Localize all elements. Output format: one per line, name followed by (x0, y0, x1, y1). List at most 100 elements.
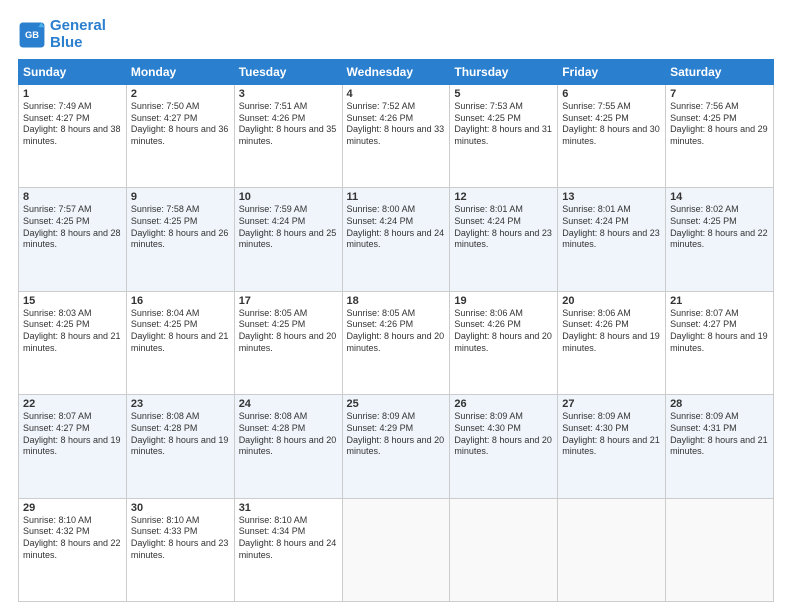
cell-info: Sunrise: 7:50 AMSunset: 4:27 PMDaylight:… (131, 101, 229, 146)
col-tuesday: Tuesday (234, 60, 342, 85)
calendar-cell: 29Sunrise: 8:10 AMSunset: 4:32 PMDayligh… (19, 498, 127, 601)
day-number: 26 (454, 398, 553, 410)
calendar-cell: 30Sunrise: 8:10 AMSunset: 4:33 PMDayligh… (126, 498, 234, 601)
day-number: 25 (347, 398, 446, 410)
calendar-cell: 24Sunrise: 8:08 AMSunset: 4:28 PMDayligh… (234, 395, 342, 498)
cell-info: Sunrise: 7:57 AMSunset: 4:25 PMDaylight:… (23, 204, 121, 249)
cell-info: Sunrise: 8:09 AMSunset: 4:30 PMDaylight:… (454, 411, 552, 456)
day-number: 1 (23, 88, 122, 100)
cell-info: Sunrise: 8:04 AMSunset: 4:25 PMDaylight:… (131, 308, 229, 353)
week-row-3: 15Sunrise: 8:03 AMSunset: 4:25 PMDayligh… (19, 291, 774, 394)
cell-info: Sunrise: 8:07 AMSunset: 4:27 PMDaylight:… (23, 411, 121, 456)
day-number: 10 (239, 191, 338, 203)
day-number: 14 (670, 191, 769, 203)
day-number: 4 (347, 88, 446, 100)
col-sunday: Sunday (19, 60, 127, 85)
calendar-cell (666, 498, 774, 601)
day-number: 7 (670, 88, 769, 100)
page: GB General Blue Sunday Monday Tuesday We… (0, 0, 792, 612)
week-row-2: 8Sunrise: 7:57 AMSunset: 4:25 PMDaylight… (19, 188, 774, 291)
cell-info: Sunrise: 8:09 AMSunset: 4:30 PMDaylight:… (562, 411, 660, 456)
cell-info: Sunrise: 8:08 AMSunset: 4:28 PMDaylight:… (239, 411, 337, 456)
header-row: Sunday Monday Tuesday Wednesday Thursday… (19, 60, 774, 85)
cell-info: Sunrise: 7:59 AMSunset: 4:24 PMDaylight:… (239, 204, 337, 249)
cell-info: Sunrise: 7:53 AMSunset: 4:25 PMDaylight:… (454, 101, 552, 146)
calendar-cell: 4Sunrise: 7:52 AMSunset: 4:26 PMDaylight… (342, 85, 450, 188)
cell-info: Sunrise: 7:56 AMSunset: 4:25 PMDaylight:… (670, 101, 768, 146)
calendar-cell: 13Sunrise: 8:01 AMSunset: 4:24 PMDayligh… (558, 188, 666, 291)
cell-info: Sunrise: 8:03 AMSunset: 4:25 PMDaylight:… (23, 308, 121, 353)
day-number: 6 (562, 88, 661, 100)
day-number: 8 (23, 191, 122, 203)
calendar-cell (342, 498, 450, 601)
calendar-cell: 14Sunrise: 8:02 AMSunset: 4:25 PMDayligh… (666, 188, 774, 291)
day-number: 3 (239, 88, 338, 100)
calendar-cell: 18Sunrise: 8:05 AMSunset: 4:26 PMDayligh… (342, 291, 450, 394)
cell-info: Sunrise: 7:49 AMSunset: 4:27 PMDaylight:… (23, 101, 121, 146)
day-number: 15 (23, 295, 122, 307)
calendar-cell: 23Sunrise: 8:08 AMSunset: 4:28 PMDayligh… (126, 395, 234, 498)
calendar-cell: 7Sunrise: 7:56 AMSunset: 4:25 PMDaylight… (666, 85, 774, 188)
day-number: 18 (347, 295, 446, 307)
day-number: 2 (131, 88, 230, 100)
calendar-cell: 1Sunrise: 7:49 AMSunset: 4:27 PMDaylight… (19, 85, 127, 188)
calendar-cell: 3Sunrise: 7:51 AMSunset: 4:26 PMDaylight… (234, 85, 342, 188)
calendar-cell: 8Sunrise: 7:57 AMSunset: 4:25 PMDaylight… (19, 188, 127, 291)
logo: GB General Blue (18, 18, 106, 51)
day-number: 30 (131, 502, 230, 514)
calendar-cell: 12Sunrise: 8:01 AMSunset: 4:24 PMDayligh… (450, 188, 558, 291)
cell-info: Sunrise: 8:09 AMSunset: 4:29 PMDaylight:… (347, 411, 445, 456)
svg-text:GB: GB (25, 30, 39, 40)
day-number: 9 (131, 191, 230, 203)
calendar-table: Sunday Monday Tuesday Wednesday Thursday… (18, 59, 774, 602)
cell-info: Sunrise: 8:10 AMSunset: 4:34 PMDaylight:… (239, 515, 337, 560)
day-number: 19 (454, 295, 553, 307)
week-row-1: 1Sunrise: 7:49 AMSunset: 4:27 PMDaylight… (19, 85, 774, 188)
calendar-cell: 25Sunrise: 8:09 AMSunset: 4:29 PMDayligh… (342, 395, 450, 498)
col-monday: Monday (126, 60, 234, 85)
col-saturday: Saturday (666, 60, 774, 85)
cell-info: Sunrise: 8:08 AMSunset: 4:28 PMDaylight:… (131, 411, 229, 456)
calendar-cell: 19Sunrise: 8:06 AMSunset: 4:26 PMDayligh… (450, 291, 558, 394)
col-friday: Friday (558, 60, 666, 85)
cell-info: Sunrise: 8:00 AMSunset: 4:24 PMDaylight:… (347, 204, 445, 249)
calendar-cell: 9Sunrise: 7:58 AMSunset: 4:25 PMDaylight… (126, 188, 234, 291)
calendar-cell: 5Sunrise: 7:53 AMSunset: 4:25 PMDaylight… (450, 85, 558, 188)
cell-info: Sunrise: 7:51 AMSunset: 4:26 PMDaylight:… (239, 101, 337, 146)
calendar-cell: 21Sunrise: 8:07 AMSunset: 4:27 PMDayligh… (666, 291, 774, 394)
calendar-cell: 26Sunrise: 8:09 AMSunset: 4:30 PMDayligh… (450, 395, 558, 498)
calendar-cell: 15Sunrise: 8:03 AMSunset: 4:25 PMDayligh… (19, 291, 127, 394)
day-number: 5 (454, 88, 553, 100)
cell-info: Sunrise: 8:09 AMSunset: 4:31 PMDaylight:… (670, 411, 768, 456)
day-number: 16 (131, 295, 230, 307)
cell-info: Sunrise: 7:58 AMSunset: 4:25 PMDaylight:… (131, 204, 229, 249)
calendar-cell: 31Sunrise: 8:10 AMSunset: 4:34 PMDayligh… (234, 498, 342, 601)
cell-info: Sunrise: 7:52 AMSunset: 4:26 PMDaylight:… (347, 101, 445, 146)
day-number: 28 (670, 398, 769, 410)
cell-info: Sunrise: 8:05 AMSunset: 4:25 PMDaylight:… (239, 308, 337, 353)
calendar-cell: 27Sunrise: 8:09 AMSunset: 4:30 PMDayligh… (558, 395, 666, 498)
cell-info: Sunrise: 8:07 AMSunset: 4:27 PMDaylight:… (670, 308, 768, 353)
day-number: 27 (562, 398, 661, 410)
day-number: 24 (239, 398, 338, 410)
calendar-cell: 16Sunrise: 8:04 AMSunset: 4:25 PMDayligh… (126, 291, 234, 394)
calendar-cell: 22Sunrise: 8:07 AMSunset: 4:27 PMDayligh… (19, 395, 127, 498)
day-number: 12 (454, 191, 553, 203)
logo-general: General (50, 17, 106, 34)
cell-info: Sunrise: 8:05 AMSunset: 4:26 PMDaylight:… (347, 308, 445, 353)
cell-info: Sunrise: 8:06 AMSunset: 4:26 PMDaylight:… (562, 308, 660, 353)
logo-blue: Blue (50, 34, 83, 51)
cell-info: Sunrise: 8:01 AMSunset: 4:24 PMDaylight:… (562, 204, 660, 249)
calendar-cell: 6Sunrise: 7:55 AMSunset: 4:25 PMDaylight… (558, 85, 666, 188)
day-number: 21 (670, 295, 769, 307)
day-number: 11 (347, 191, 446, 203)
day-number: 31 (239, 502, 338, 514)
cell-info: Sunrise: 8:01 AMSunset: 4:24 PMDaylight:… (454, 204, 552, 249)
calendar-cell: 20Sunrise: 8:06 AMSunset: 4:26 PMDayligh… (558, 291, 666, 394)
calendar-cell (450, 498, 558, 601)
calendar-cell: 10Sunrise: 7:59 AMSunset: 4:24 PMDayligh… (234, 188, 342, 291)
day-number: 22 (23, 398, 122, 410)
calendar-cell: 28Sunrise: 8:09 AMSunset: 4:31 PMDayligh… (666, 395, 774, 498)
calendar-cell: 11Sunrise: 8:00 AMSunset: 4:24 PMDayligh… (342, 188, 450, 291)
week-row-4: 22Sunrise: 8:07 AMSunset: 4:27 PMDayligh… (19, 395, 774, 498)
